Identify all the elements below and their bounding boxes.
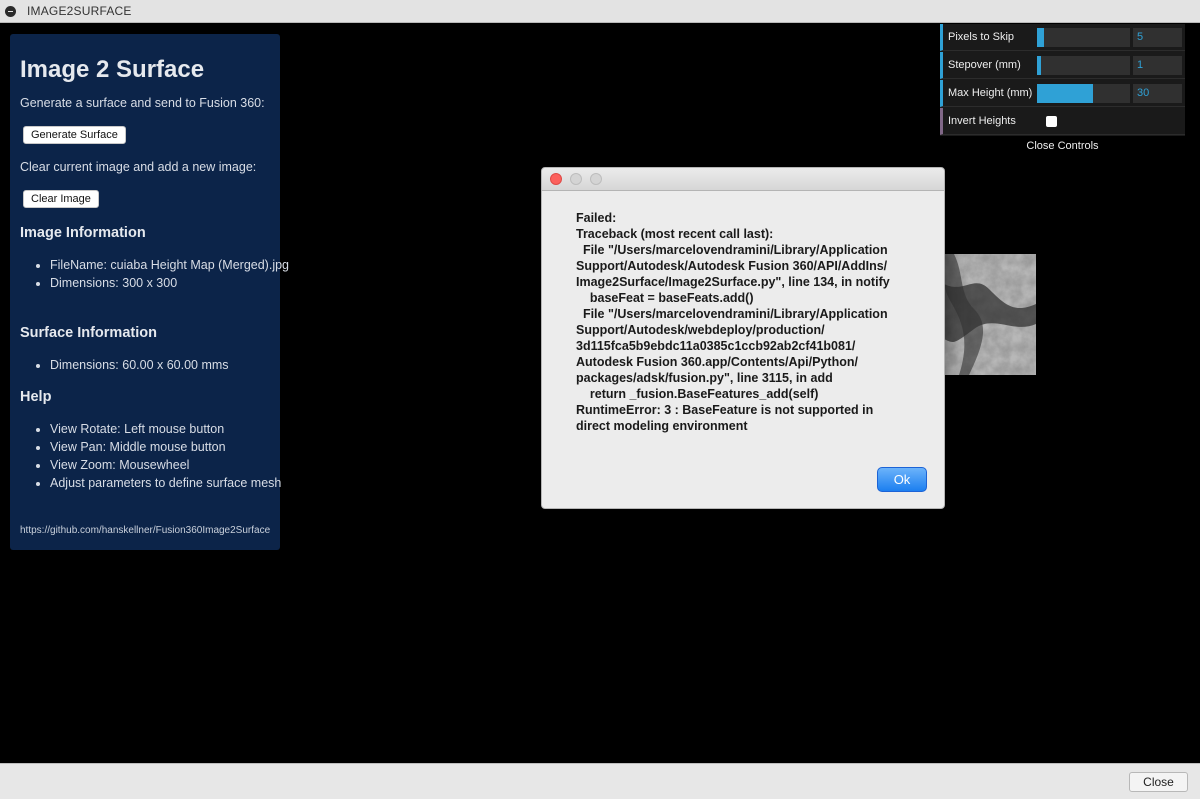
help-item: Adjust parameters to define surface mesh [50,474,305,492]
slider-fill [1037,56,1041,75]
info-panel: Image 2 Surface Generate a surface and s… [10,34,289,550]
controls-panel: Pixels to Skip 5 Stepover (mm) 1 Max Hei… [940,24,1185,136]
control-stepover: Stepover (mm) 1 [940,52,1185,79]
image-info-heading: Image Information [20,225,146,241]
help-item: View Pan: Middle mouse button [50,438,305,456]
stepover-label: Stepover (mm) [948,59,1021,71]
minimize-window-icon[interactable] [570,173,582,185]
surface-info-heading: Surface Information [20,325,157,341]
help-list: View Rotate: Left mouse button View Pan:… [10,420,305,492]
slider-fill [1037,84,1093,103]
image-dimensions: Dimensions: 300 x 300 [50,274,310,292]
invert-heights-label: Invert Heights [948,115,1016,127]
max-height-input[interactable]: 30 [1133,84,1182,103]
bottom-bar: Close [0,763,1200,799]
surface-info-list: Dimensions: 60.00 x 60.00 mms [10,356,310,374]
max-height-slider[interactable] [1037,84,1130,103]
control-max-height: Max Height (mm) 30 [940,80,1185,107]
close-button[interactable]: Close [1129,772,1188,792]
pixels-to-skip-label: Pixels to Skip [948,31,1015,43]
close-controls-button[interactable]: Close Controls [940,136,1185,156]
help-heading: Help [20,389,52,405]
app-heading: Image 2 Surface [20,56,205,83]
generate-surface-button[interactable]: Generate Surface [23,126,126,144]
clear-image-button[interactable]: Clear Image [23,190,99,208]
slider-fill [1037,28,1045,47]
pixels-to-skip-input[interactable]: 5 [1133,28,1182,47]
github-link[interactable]: https://github.com/hanskellner/Fusion360… [20,525,270,536]
close-window-icon[interactable] [550,173,562,185]
help-item: View Rotate: Left mouse button [50,420,305,438]
ok-button[interactable]: Ok [877,467,927,492]
max-height-label: Max Height (mm) [948,87,1033,99]
invert-heights-checkbox[interactable] [1046,116,1057,127]
error-message: Failed: Traceback (most recent call last… [576,211,890,433]
zoom-window-icon[interactable] [590,173,602,185]
pixels-to-skip-slider[interactable] [1037,28,1130,47]
help-item: View Zoom: Mousewheel [50,456,305,474]
window-title: IMAGE2SURFACE [27,4,132,18]
control-invert-heights: Invert Heights [940,108,1185,135]
generate-prompt: Generate a surface and send to Fusion 36… [20,96,265,110]
dialog-titlebar [542,168,944,191]
clear-prompt: Clear current image and add a new image: [20,160,257,174]
window-titlebar: IMAGE2SURFACE [0,0,1200,23]
image-info-list: FileName: cuiaba Height Map (Merged).jpg… [10,256,310,292]
window-menu-icon[interactable] [5,6,16,17]
control-pixels-to-skip: Pixels to Skip 5 [940,24,1185,51]
image-filename: FileName: cuiaba Height Map (Merged).jpg [50,256,310,274]
heightmap-preview[interactable] [944,254,1036,375]
stepover-input[interactable]: 1 [1133,56,1182,75]
stepover-slider[interactable] [1037,56,1130,75]
surface-dimensions: Dimensions: 60.00 x 60.00 mms [50,356,310,374]
error-dialog: Failed: Traceback (most recent call last… [541,167,945,509]
